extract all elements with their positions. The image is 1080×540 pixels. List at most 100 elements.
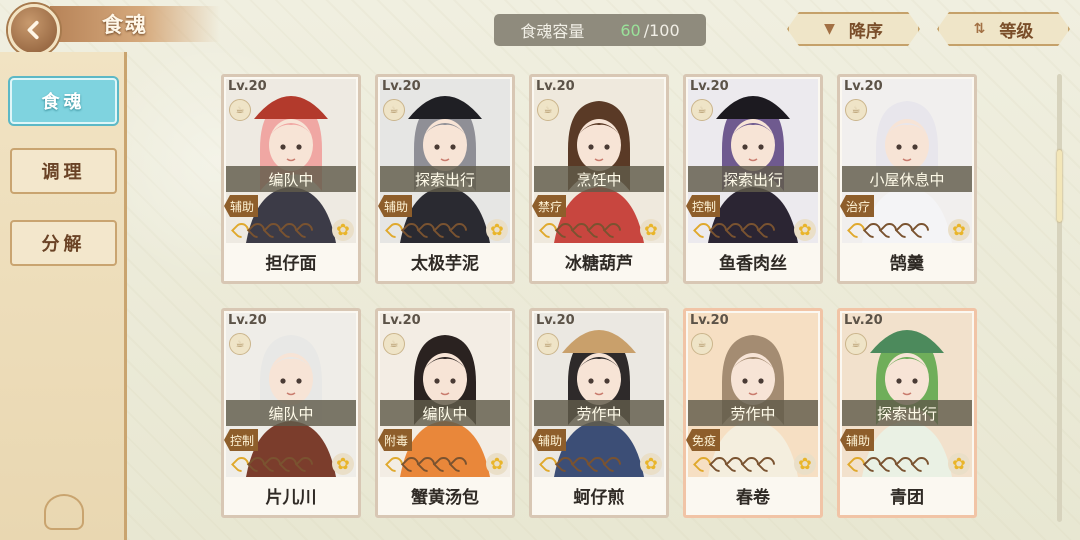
character-name: 蟹黄汤包 (411, 487, 479, 508)
sort-swap-icon: ⇅ (973, 21, 986, 37)
level-label: Lv.20 (228, 79, 267, 94)
character-name: 春卷 (736, 487, 770, 508)
flower-icon: ✿ (794, 219, 816, 241)
character-name: 冰糖葫芦 (565, 253, 633, 274)
cup-icon: ☕ (845, 333, 867, 355)
flower-icon: ✿ (486, 219, 508, 241)
status-banner: 小屋休息中 (842, 166, 972, 192)
level-label: Lv.20 (536, 79, 575, 94)
level-label: Lv.20 (382, 313, 421, 328)
star-rating (230, 453, 317, 476)
status-banner: 探索出行 (842, 400, 972, 426)
status-banner: 探索出行 (688, 166, 818, 192)
character-card[interactable]: Lv.20 ☕ 探索出行 辅助 ✿ 太极芋泥 (375, 74, 515, 284)
cup-icon: ☕ (537, 99, 559, 121)
star-rating (384, 219, 471, 242)
star-rating (692, 453, 779, 476)
character-card[interactable]: Lv.20 ☕ 劳作中 免疫 ✿ 春卷 (683, 308, 823, 518)
capacity-total: /100 (643, 20, 680, 40)
star-rating (846, 219, 933, 242)
flower-icon: ✿ (948, 453, 970, 475)
level-label: Lv.20 (690, 313, 729, 328)
character-card[interactable]: Lv.20 ☕ 小屋休息中 治疗 ✿ 鹄羹 (837, 74, 977, 284)
flower-icon: ✿ (332, 453, 354, 475)
character-card[interactable]: Lv.20 ☕ 编队中 附毒 ✿ 蟹黄汤包 (375, 308, 515, 518)
star-rating (692, 219, 779, 242)
character-card[interactable]: Lv.20 ☕ 探索出行 控制 ✿ 鱼香肉丝 (683, 74, 823, 284)
flower-icon: ✿ (640, 219, 662, 241)
role-badge: 辅助 (224, 195, 259, 217)
cup-icon: ☕ (229, 333, 251, 355)
sort-order-button[interactable]: ▼ 降序 (787, 12, 920, 46)
flower-icon: ✿ (794, 453, 816, 475)
scrollbar-thumb[interactable] (1057, 150, 1062, 222)
page-title: 食魂 (102, 13, 148, 37)
title-ribbon: 食魂 (50, 6, 220, 42)
role-badge: 辅助 (378, 195, 413, 217)
flower-icon: ✿ (332, 219, 354, 241)
star-rating (846, 453, 933, 476)
star-rating (538, 219, 625, 242)
back-arrow-icon (27, 20, 39, 40)
status-banner: 编队中 (226, 166, 356, 192)
star-icon (910, 219, 933, 242)
flower-icon: ✿ (486, 453, 508, 475)
cup-icon: ☕ (691, 99, 713, 121)
level-label: Lv.20 (690, 79, 729, 94)
role-badge: 免疫 (686, 429, 721, 451)
star-rating (384, 453, 471, 476)
status-banner: 编队中 (380, 400, 510, 426)
character-card[interactable]: Lv.20 ☕ 烹饪中 禁疗 ✿ 冰糖葫芦 (529, 74, 669, 284)
tab-label: 分解 (41, 234, 86, 255)
star-icon (602, 453, 625, 476)
character-name: 蚵仔煎 (573, 487, 625, 508)
tab-label: 食魂 (41, 92, 86, 113)
level-label: Lv.20 (536, 313, 575, 328)
scrollbar[interactable] (1057, 74, 1062, 522)
star-icon (448, 453, 471, 476)
status-banner: 劳作中 (534, 400, 664, 426)
star-icon (756, 219, 779, 242)
star-icon (294, 453, 317, 476)
tab-fenjie[interactable]: 分解 (10, 220, 117, 266)
star-icon (294, 219, 317, 242)
cup-icon: ☕ (691, 333, 713, 355)
star-icon (448, 219, 471, 242)
star-rating (230, 219, 317, 242)
character-name: 片儿川 (265, 487, 317, 508)
character-card[interactable]: Lv.20 ☕ 编队中 辅助 ✿ 担仔面 (221, 74, 361, 284)
character-name: 担仔面 (265, 253, 317, 274)
character-name: 鱼香肉丝 (719, 253, 787, 274)
sort-order-label: 降序 (848, 21, 883, 42)
back-button[interactable] (8, 4, 60, 56)
cup-icon: ☕ (383, 333, 405, 355)
flower-icon: ✿ (948, 219, 970, 241)
capacity-current: 60 (620, 20, 641, 40)
status-banner: 探索出行 (380, 166, 510, 192)
capacity-display: 食魂容量 60 /100 (494, 14, 706, 46)
cup-icon: ☕ (383, 99, 405, 121)
character-name: 鹄羹 (890, 253, 924, 274)
star-icon (602, 219, 625, 242)
character-name: 太极芋泥 (411, 253, 479, 274)
flower-icon: ✿ (640, 453, 662, 475)
status-banner: 编队中 (226, 400, 356, 426)
level-label: Lv.20 (228, 313, 267, 328)
triangle-down-icon: ▼ (824, 21, 835, 37)
tab-tiaoli[interactable]: 调理 (10, 148, 117, 194)
role-badge: 禁疗 (532, 195, 567, 217)
character-card[interactable]: Lv.20 ☕ 劳作中 辅助 ✿ 蚵仔煎 (529, 308, 669, 518)
capacity-label: 食魂容量 (520, 22, 585, 41)
role-badge: 辅助 (532, 429, 567, 451)
star-icon (756, 453, 779, 476)
sidebar-ornament (44, 494, 84, 530)
tab-shihun[interactable]: 食魂 (10, 78, 117, 124)
character-card[interactable]: Lv.20 ☕ 探索出行 辅助 ✿ 青团 (837, 308, 977, 518)
role-badge: 控制 (224, 429, 259, 451)
status-banner: 劳作中 (688, 400, 818, 426)
role-badge: 治疗 (840, 195, 875, 217)
sort-level-label: 等级 (999, 21, 1034, 42)
sort-level-button[interactable]: ⇅ 等级 (937, 12, 1070, 46)
character-card[interactable]: Lv.20 ☕ 编队中 控制 ✿ 片儿川 (221, 308, 361, 518)
level-label: Lv.20 (382, 79, 421, 94)
